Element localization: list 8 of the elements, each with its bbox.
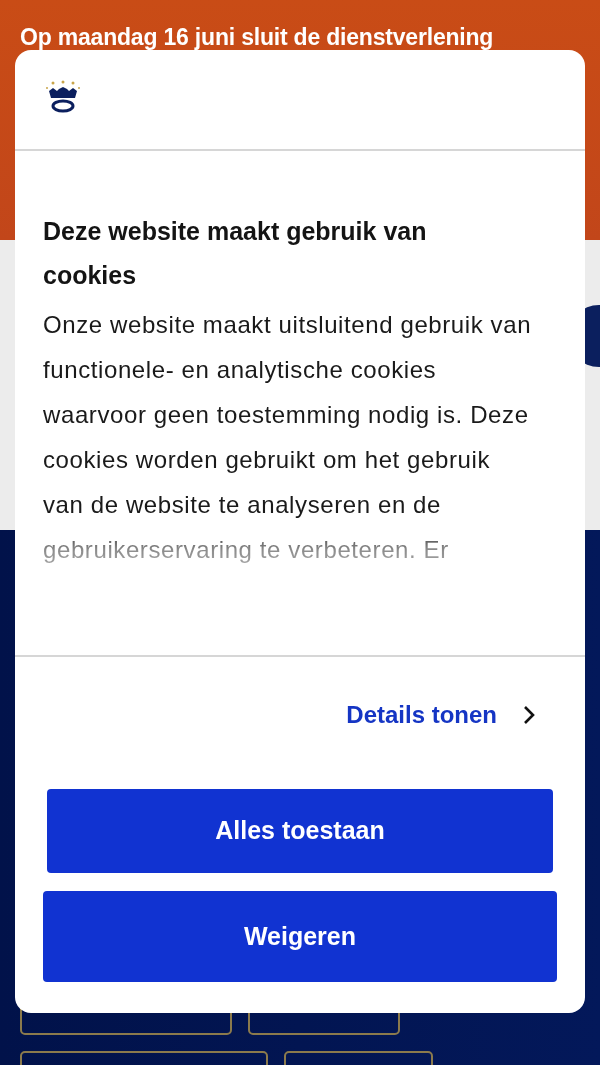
allow-all-button[interactable]: Alles toestaan: [47, 789, 553, 873]
dialog-title: Deze website maakt gebruik van cookies: [43, 216, 428, 291]
dialog-text: Onze website maakt uitsluitend gebruik van functionele- en analytische cookies waarvoor geen toestemming nodig is. Deze cookies worden gebruikt om het gebruik van de website te analyseren en de gebruikerservaring te verbeteren. Er: [43, 310, 533, 565]
chevron-right-icon: [523, 705, 535, 725]
decline-button[interactable]: Weigeren: [43, 891, 557, 982]
details-link[interactable]: Details tonen: [346, 697, 497, 733]
crown-logo-icon: [45, 80, 81, 114]
announcement-text: Op maandag 16 juni sluit de dienstverlening: [20, 23, 495, 52]
